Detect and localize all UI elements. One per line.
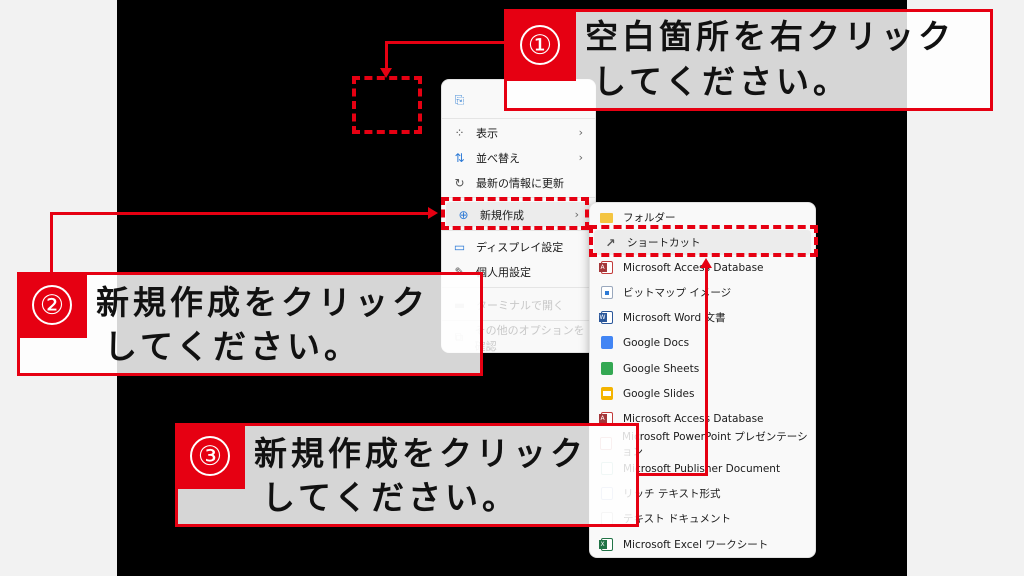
step-number-badge: ③ bbox=[190, 436, 230, 476]
submenu-item-label: Microsoft Word 文書 bbox=[623, 312, 726, 324]
submenu-item-label: Google Docs bbox=[623, 336, 690, 349]
menu-item-label: 個人用設定 bbox=[476, 265, 531, 279]
callout-text-line1: 新規作成をクリック bbox=[254, 434, 587, 473]
menu-item-display-settings[interactable]: ▭ ディスプレイ設定 bbox=[442, 234, 595, 259]
word-icon bbox=[598, 311, 613, 324]
menu-divider bbox=[442, 118, 595, 119]
submenu-item-label: フォルダー bbox=[623, 212, 676, 224]
paste-icon: ⎘ bbox=[454, 92, 465, 107]
connector-line bbox=[50, 212, 430, 215]
menu-item-label: 並べ替え bbox=[476, 151, 520, 165]
callout-text-line1: 空白箇所を右クリック bbox=[585, 17, 955, 56]
menu-item-label: 最新の情報に更新 bbox=[476, 176, 564, 190]
submenu-item-word[interactable]: Microsoft Word 文書 bbox=[590, 305, 815, 330]
menu-item-view[interactable]: ⁘ 表示 › bbox=[442, 120, 595, 145]
chevron-right-icon: › bbox=[578, 126, 583, 139]
callout-text-line2: してください。 bbox=[104, 327, 362, 366]
step-number-badge: ① bbox=[520, 25, 560, 65]
callout-text-line2: してください。 bbox=[593, 62, 851, 101]
callout-step-3: ③ 新規作成をクリック してください。 bbox=[175, 423, 639, 527]
submenu-item-label: Microsoft Excel ワークシート bbox=[623, 539, 769, 551]
submenu-item-excel[interactable]: Microsoft Excel ワークシート bbox=[590, 532, 815, 557]
callout-step-1: ① 空白箇所を右クリック してください。 bbox=[504, 9, 993, 111]
connector-line bbox=[705, 266, 708, 476]
refresh-icon: ↻ bbox=[454, 175, 465, 190]
access-icon bbox=[598, 261, 613, 274]
display-settings-icon: ▭ bbox=[453, 239, 466, 254]
submenu-item-google-docs[interactable]: Google Docs bbox=[590, 330, 815, 355]
submenu-item-label: Microsoft Access Database bbox=[623, 412, 764, 425]
callout-text-line2: してください。 bbox=[262, 478, 520, 517]
submenu-item-label: Microsoft PowerPoint プレゼンテーション bbox=[622, 430, 808, 458]
menu-divider bbox=[442, 230, 595, 231]
menu-item-refresh[interactable]: ↻ 最新の情報に更新 bbox=[442, 170, 595, 195]
arrow-up-icon bbox=[700, 258, 712, 268]
callout-step-2: ② 新規作成をクリック してください。 bbox=[17, 272, 483, 376]
new-item-highlight bbox=[441, 197, 589, 230]
menu-item-label: ターミナルで開く bbox=[476, 298, 564, 312]
arrow-down-icon bbox=[380, 68, 392, 78]
sort-icon: ⇅ bbox=[454, 150, 465, 165]
submenu-item-label: テキスト ドキュメント bbox=[623, 513, 732, 525]
submenu-item-google-sheets[interactable]: Google Sheets bbox=[590, 356, 815, 381]
empty-area-highlight bbox=[352, 76, 422, 134]
folder-icon bbox=[600, 212, 613, 223]
bitmap-icon bbox=[600, 286, 613, 299]
google-docs-icon bbox=[600, 336, 613, 349]
connector-line bbox=[385, 41, 507, 44]
google-sheets-icon bbox=[600, 362, 613, 375]
menu-item-label: その他のオプションを確認 bbox=[474, 323, 585, 353]
menu-item-sort[interactable]: ⇅ 並べ替え › bbox=[442, 145, 595, 170]
connector-line bbox=[50, 212, 53, 274]
submenu-item-label: Google Sheets bbox=[623, 362, 700, 375]
step-number-badge: ② bbox=[32, 285, 72, 325]
chevron-right-icon: › bbox=[578, 151, 583, 164]
google-slides-icon bbox=[600, 387, 613, 400]
connector-line bbox=[638, 473, 708, 476]
submenu-item-bitmap[interactable]: ビットマップ イメージ bbox=[590, 280, 815, 305]
shortcut-highlight bbox=[589, 225, 818, 257]
submenu-item-google-slides[interactable]: Google Slides bbox=[590, 381, 815, 406]
menu-item-label: ディスプレイ設定 bbox=[476, 240, 564, 254]
connector-line bbox=[385, 41, 388, 71]
view-grid-icon: ⁘ bbox=[454, 125, 465, 140]
excel-icon bbox=[598, 538, 613, 551]
submenu-item-label: ビットマップ イメージ bbox=[623, 287, 732, 299]
arrow-right-icon bbox=[428, 207, 438, 219]
menu-item-label: 表示 bbox=[476, 126, 498, 140]
callout-text-line1: 新規作成をクリック bbox=[96, 283, 429, 322]
submenu-item-label: Google Slides bbox=[623, 387, 695, 400]
submenu-item-label: Microsoft Access Database bbox=[623, 261, 764, 274]
